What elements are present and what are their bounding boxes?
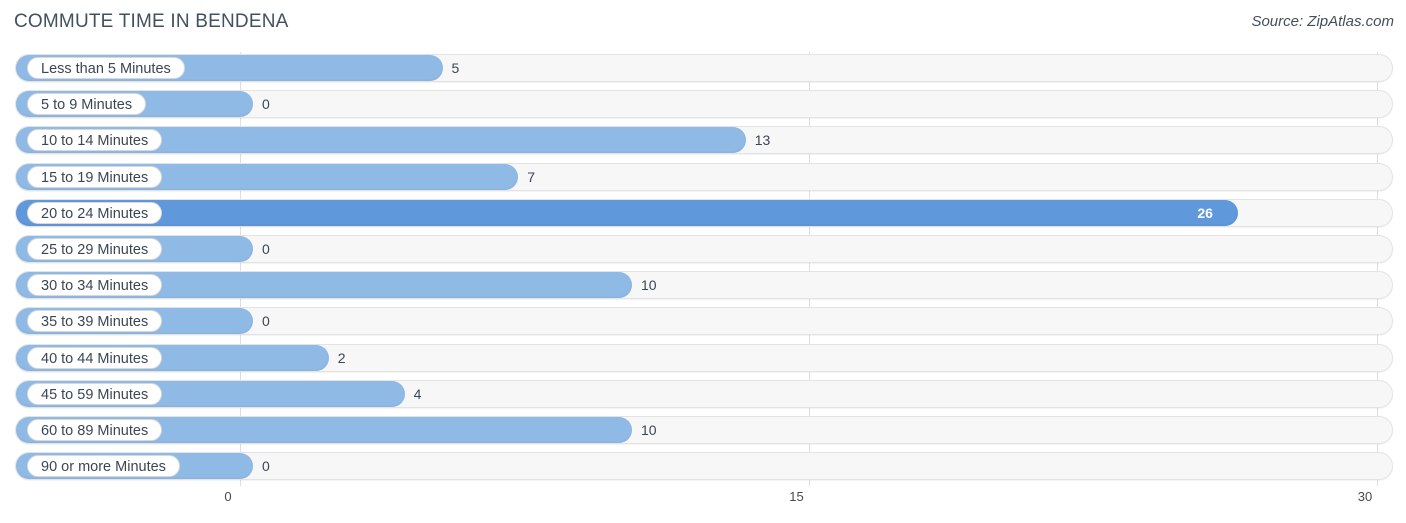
source-attribution: Source: ZipAtlas.com — [1251, 13, 1394, 30]
bar-row[interactable]: 20 to 24 Minutes 26 — [15, 198, 1393, 227]
page-title: COMMUTE TIME IN BENDENA — [14, 11, 289, 32]
bar-category-label: Less than 5 Minutes — [27, 57, 185, 79]
bar-row[interactable]: 15 to 19 Minutes 7 — [15, 162, 1393, 191]
bar-value-label: 2 — [337, 349, 346, 366]
bar-category-label: 40 to 44 Minutes — [27, 346, 163, 369]
bar-value-label: 4 — [413, 385, 422, 402]
bar-row[interactable]: 30 to 34 Minutes 10 — [15, 271, 1393, 300]
bar-category-label: 90 or more Minutes — [27, 455, 180, 478]
bar-category-label: 35 to 39 Minutes — [27, 310, 163, 333]
axis-tick-15: 15 — [789, 489, 804, 504]
bar-category-label: 5 to 9 Minutes — [27, 93, 147, 116]
bar-value-label: 10 — [641, 277, 657, 294]
bar-category-label: 25 to 29 Minutes — [27, 238, 163, 260]
chart-header: COMMUTE TIME IN BENDENA Source: ZipAtlas… — [0, 0, 1406, 46]
bar-value-label: 7 — [527, 168, 536, 185]
bar-row[interactable]: 25 to 29 Minutes 0 — [15, 235, 1393, 263]
bar-value-label: 0 — [262, 458, 270, 475]
chart-plot-area: Less than 5 Minutes 5 5 to 9 Minutes 0 10 to… — [0, 52, 1406, 488]
axis-tick-30: 30 — [1357, 489, 1373, 504]
bar-row[interactable]: 35 to 39 Minutes 0 — [15, 307, 1393, 336]
bar-row[interactable]: 10 to 14 Minutes 13 — [15, 126, 1393, 155]
bar-row[interactable]: Less than 5 Minutes 5 — [15, 54, 1393, 82]
bar-row[interactable]: 60 to 89 Minutes 10 — [15, 416, 1393, 444]
bar-category-label: 10 to 14 Minutes — [27, 129, 163, 152]
bar-row[interactable]: 40 to 44 Minutes 2 — [15, 343, 1393, 372]
bar-category-label: 30 to 34 Minutes — [27, 274, 163, 297]
bar-row[interactable]: 5 to 9 Minutes 0 — [15, 90, 1393, 119]
bar-value-label: 10 — [641, 422, 657, 438]
bar-value-label: 13 — [754, 132, 771, 149]
bar-row[interactable]: 90 or more Minutes 0 — [15, 452, 1393, 481]
bar-category-label: 45 to 59 Minutes — [27, 382, 163, 405]
bar-row[interactable]: 45 to 59 Minutes 4 — [15, 379, 1393, 408]
bar-value-label: 5 — [451, 60, 460, 76]
axis-tick-0: 0 — [224, 489, 232, 504]
bar-value-label: 0 — [262, 313, 270, 330]
bar-value-label: 26 — [1197, 204, 1213, 221]
bar-category-label: 20 to 24 Minutes — [27, 201, 163, 224]
bar-fill — [16, 199, 1239, 226]
x-axis: 0 15 30 — [0, 489, 1406, 513]
bar-value-label: 0 — [262, 96, 270, 113]
bar-value-label: 0 — [262, 241, 270, 257]
bar-category-label: 60 to 89 Minutes — [27, 419, 163, 441]
bar-category-label: 15 to 19 Minutes — [27, 165, 163, 188]
